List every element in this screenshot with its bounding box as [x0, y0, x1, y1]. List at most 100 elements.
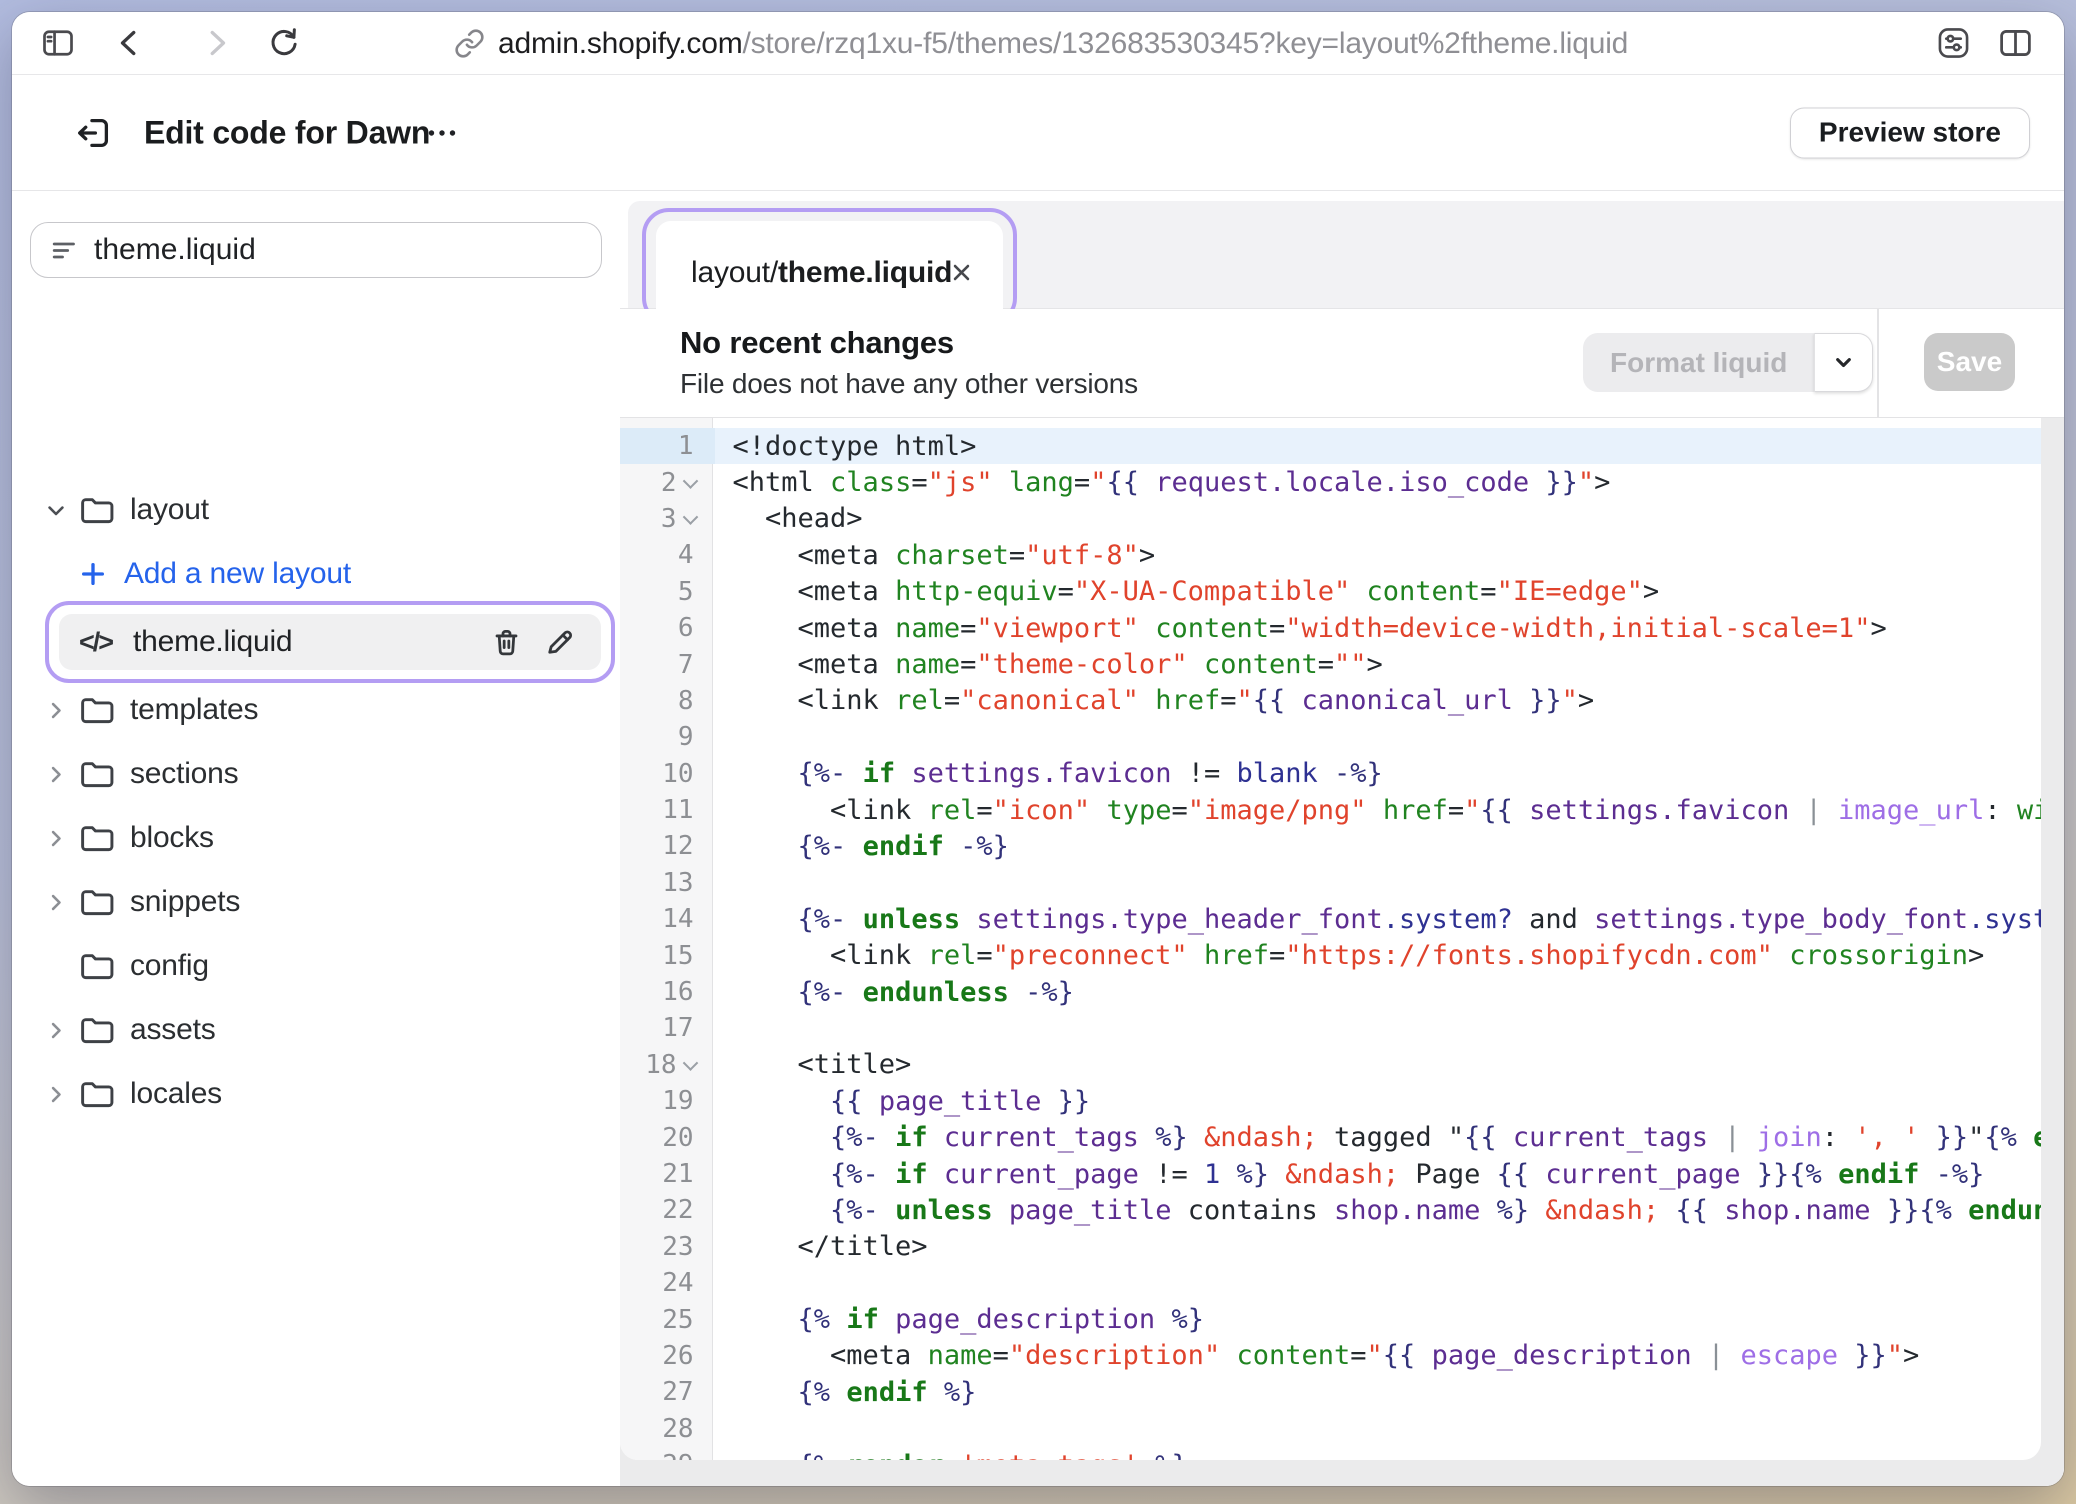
line-number[interactable]: 20 — [620, 1119, 715, 1155]
line-number[interactable]: 9 — [620, 719, 715, 755]
close-tab-icon[interactable] — [946, 257, 977, 288]
code-line-text[interactable]: {%- if current_page != 1 %} &ndash; Page… — [715, 1156, 2042, 1192]
chevron-right-icon[interactable] — [42, 888, 70, 917]
sidebar-item-blocks[interactable]: blocks — [12, 806, 620, 870]
code-line-text[interactable]: <link rel="icon" type="image/png" href="… — [715, 792, 2042, 828]
more-actions-icon[interactable] — [420, 113, 464, 153]
code-line-text[interactable] — [715, 1010, 2042, 1046]
code-line-text[interactable]: <meta charset="utf-8"> — [715, 537, 2042, 573]
sidebar-item-sections[interactable]: sections — [12, 742, 620, 806]
line-number[interactable]: 1 — [620, 428, 715, 464]
code-line-text[interactable]: {% if page_description %} — [715, 1301, 2042, 1337]
code-line-text[interactable]: <meta name="theme-color" content=""> — [715, 646, 2042, 682]
line-number[interactable]: 10 — [620, 756, 715, 792]
line-number[interactable]: 22 — [620, 1192, 715, 1228]
line-number[interactable]: 4 — [620, 537, 715, 573]
line-number[interactable]: 25 — [620, 1301, 715, 1337]
search-input[interactable] — [94, 233, 583, 267]
line-number[interactable]: 21 — [620, 1156, 715, 1192]
rename-file-icon[interactable] — [542, 625, 577, 660]
code-line-text[interactable] — [715, 1265, 2042, 1301]
code-line-text[interactable]: {%- endunless -%} — [715, 974, 2042, 1010]
forward-icon[interactable] — [198, 25, 234, 61]
line-number[interactable]: 6 — [620, 610, 715, 646]
code-editor[interactable]: 1<!doctype html>2<html class="js" lang="… — [620, 418, 2041, 1460]
code-line-text[interactable] — [715, 865, 2042, 901]
fold-chevron-icon[interactable] — [682, 510, 698, 526]
format-liquid-button[interactable]: Format liquid — [1583, 333, 1873, 392]
split-view-icon[interactable] — [1997, 25, 2034, 62]
line-number[interactable]: 17 — [620, 1010, 715, 1046]
chevron-right-icon[interactable] — [42, 1016, 70, 1045]
code-line-text[interactable]: <html class="js" lang="{{ request.locale… — [715, 464, 2042, 500]
file-search[interactable] — [30, 222, 602, 278]
code-line-text[interactable]: {% render 'meta-tags' %} — [715, 1447, 2042, 1460]
code-line-text[interactable]: <link rel="canonical" href="{{ canonical… — [715, 683, 2042, 719]
code-line-text[interactable]: <head> — [715, 501, 2042, 537]
line-number[interactable]: 3 — [620, 501, 715, 537]
chevron-right-icon[interactable] — [42, 1080, 70, 1109]
fold-chevron-icon[interactable] — [682, 1056, 698, 1072]
code-line-text[interactable]: {%- endif -%} — [715, 828, 2042, 864]
sidebar-toggle-icon[interactable] — [40, 25, 76, 61]
line-number[interactable]: 16 — [620, 974, 715, 1010]
code-line-text[interactable]: <title> — [715, 1047, 2042, 1083]
line-number[interactable]: 27 — [620, 1374, 715, 1410]
code-line-text[interactable]: </title> — [715, 1229, 2042, 1265]
code-line-text[interactable]: {%- unless page_title contains shop.name… — [715, 1192, 2042, 1228]
sidebar-item-layout[interactable]: layout — [12, 478, 620, 542]
code-line-text[interactable] — [715, 1411, 2042, 1447]
back-icon[interactable] — [112, 25, 148, 61]
sidebar-item-assets[interactable]: assets — [12, 998, 620, 1062]
code-line-text[interactable]: <!doctype html> — [715, 428, 2042, 464]
line-number[interactable]: 24 — [620, 1265, 715, 1301]
line-number[interactable]: 7 — [620, 646, 715, 682]
code-line-text[interactable]: <meta http-equiv="X-UA-Compatible" conte… — [715, 574, 2042, 610]
line-number[interactable]: 2 — [620, 464, 715, 500]
sidebar-item-templates[interactable]: templates — [12, 678, 620, 742]
line-number[interactable]: 14 — [620, 901, 715, 937]
line-number[interactable]: 5 — [620, 574, 715, 610]
page-settings-icon[interactable] — [1935, 25, 1972, 62]
line-number[interactable]: 15 — [620, 937, 715, 973]
url-bar[interactable]: admin.shopify.com/store/rzq1xu-f5/themes… — [454, 12, 1628, 75]
line-number[interactable]: 13 — [620, 865, 715, 901]
code-line-text[interactable]: <link rel="preconnect" href="https://fon… — [715, 937, 2042, 973]
line-number[interactable]: 11 — [620, 792, 715, 828]
sidebar-item-locales[interactable]: locales — [12, 1062, 620, 1126]
line-number[interactable]: 23 — [620, 1229, 715, 1265]
sidebar-item-config[interactable]: config — [12, 934, 620, 998]
add-new-layout-link[interactable]: Add a new layout — [12, 542, 620, 606]
sidebar-item-theme-liquid[interactable]: </> theme.liquid — [59, 614, 601, 670]
toolbar-divider — [1877, 309, 1879, 418]
url-text: admin.shopify.com/store/rzq1xu-f5/themes… — [498, 27, 1628, 61]
save-button[interactable]: Save — [1924, 333, 2015, 391]
code-line-text[interactable]: {%- unless settings.type_header_font.sys… — [715, 901, 2042, 937]
code-line-text[interactable]: <meta name="description" content="{{ pag… — [715, 1338, 2042, 1374]
line-number[interactable]: 28 — [620, 1411, 715, 1447]
chevron-right-icon[interactable] — [42, 696, 70, 725]
sidebar-item-snippets[interactable]: snippets — [12, 870, 620, 934]
code-line-text[interactable]: {%- if settings.favicon != blank -%} — [715, 756, 2042, 792]
code-line-text[interactable]: {%- if current_tags %} &ndash; tagged "{… — [715, 1119, 2042, 1155]
chevron-down-icon[interactable] — [42, 496, 70, 525]
line-number[interactable]: 26 — [620, 1338, 715, 1374]
code-line-text[interactable]: {% endif %} — [715, 1374, 2042, 1410]
preview-store-button[interactable]: Preview store — [1790, 107, 2030, 158]
code-line-text[interactable] — [715, 719, 2042, 755]
fold-chevron-icon[interactable] — [682, 473, 698, 489]
line-number[interactable]: 12 — [620, 828, 715, 864]
line-number[interactable]: 19 — [620, 1083, 715, 1119]
code-line-text[interactable]: {{ page_title }} — [715, 1083, 2042, 1119]
exit-editor-icon[interactable] — [70, 109, 118, 157]
chevron-right-icon[interactable] — [42, 824, 70, 853]
line-number[interactable]: 8 — [620, 683, 715, 719]
line-number[interactable]: 29 — [620, 1447, 715, 1460]
format-options-caret[interactable] — [1814, 333, 1873, 392]
reload-icon[interactable] — [266, 25, 302, 61]
code-line-text[interactable]: <meta name="viewport" content="width=dev… — [715, 610, 2042, 646]
line-number[interactable]: 18 — [620, 1047, 715, 1083]
delete-file-icon[interactable] — [489, 625, 524, 660]
chevron-right-icon[interactable] — [42, 760, 70, 789]
link-icon — [454, 28, 485, 59]
